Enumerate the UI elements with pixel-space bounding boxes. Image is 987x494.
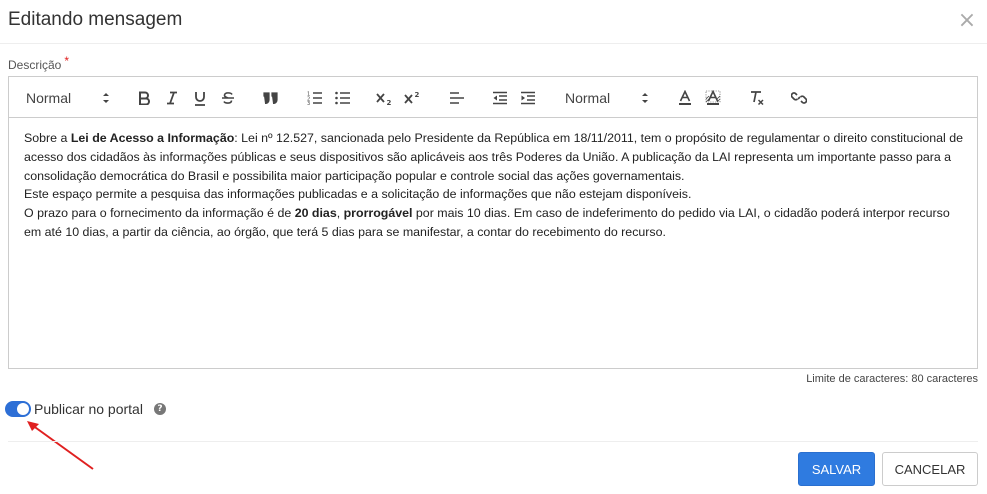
link-button[interactable] [789, 87, 809, 109]
content-bold-text: prorrogável [343, 206, 413, 221]
indent-button[interactable] [518, 87, 538, 109]
required-indicator: * [64, 54, 70, 68]
subscript-button[interactable]: 2 [375, 87, 395, 109]
bold-button[interactable] [135, 87, 153, 109]
content-bold-text: Lei de Acesso a Informação [70, 131, 235, 145]
superscript-icon: 2 [404, 91, 420, 104]
svg-text:3: 3 [307, 101, 310, 105]
save-button[interactable]: SALVAR [798, 452, 875, 486]
strike-icon [222, 92, 234, 104]
toggle-knob [17, 403, 29, 415]
strike-button[interactable] [219, 87, 237, 109]
rich-text-editor: Normal 123 2 2 Normal Sobre a Lei de Ace… [8, 76, 978, 369]
content-paragraph: O prazo para o fornecimento da informaçã… [24, 204, 969, 242]
description-label-text: Descrição [8, 58, 62, 72]
indent-icon [521, 91, 535, 105]
content-text: Sobre a [24, 131, 71, 145]
content-bold-text: 20 dias [294, 206, 337, 221]
ordered-list-icon: 123 [307, 92, 322, 105]
italic-icon [167, 91, 177, 105]
bullet-list-icon [335, 91, 350, 105]
blockquote-button[interactable] [261, 87, 281, 109]
editor-content[interactable]: Sobre a Lei de Acesso a Informação: Lei … [24, 129, 969, 242]
description-label: Descrição * [8, 54, 69, 72]
header-select-value: Normal [26, 90, 72, 106]
bullet-list-button[interactable] [333, 87, 353, 109]
italic-button[interactable] [163, 87, 181, 109]
ordered-list-button[interactable]: 123 [305, 87, 325, 109]
quote-icon [263, 92, 278, 104]
align-button[interactable] [447, 87, 467, 109]
font-color-icon [679, 90, 691, 105]
content-paragraph: Sobre a Lei de Acesso a Informação: Lei … [24, 129, 969, 185]
outdent-icon [493, 91, 507, 105]
svg-text:2: 2 [387, 99, 392, 105]
clear-format-icon [751, 91, 764, 106]
content-text: O prazo para o fornecimento da informaçã… [24, 206, 295, 221]
clean-format-button[interactable] [747, 87, 767, 109]
modal-title: Editando mensagem [8, 9, 183, 30]
underline-button[interactable] [191, 87, 209, 109]
subscript-icon: 2 [376, 93, 392, 105]
size-select-value: Normal [565, 90, 611, 106]
bold-icon [139, 91, 150, 105]
editor-toolbar: Normal 123 2 2 Normal [9, 77, 977, 118]
modal-header: Editando mensagem × [0, 0, 987, 44]
header-select[interactable]: Normal [26, 87, 110, 109]
cancel-button[interactable]: CANCELAR [882, 452, 978, 486]
select-arrows-icon [642, 93, 648, 103]
align-left-icon [450, 92, 464, 104]
close-icon[interactable]: × [957, 9, 977, 33]
background-color-button[interactable] [703, 87, 723, 109]
underline-icon [195, 91, 205, 106]
char-limit-hint: Limite de caracteres: 80 caracteres [806, 373, 978, 385]
link-icon [791, 92, 807, 104]
content-text: , [336, 206, 344, 221]
footer-divider [8, 441, 978, 442]
annotation-arrow [27, 421, 94, 470]
background-color-icon [705, 90, 721, 105]
font-color-button[interactable] [675, 87, 695, 109]
svg-text:2: 2 [415, 91, 420, 99]
outdent-button[interactable] [490, 87, 510, 109]
superscript-button[interactable]: 2 [403, 87, 423, 109]
content-paragraph: Este espaço permite a pesquisa das infor… [24, 187, 692, 202]
size-select[interactable]: Normal [565, 87, 649, 109]
help-icon[interactable]: ? [154, 403, 166, 415]
select-arrows-icon [103, 93, 109, 103]
